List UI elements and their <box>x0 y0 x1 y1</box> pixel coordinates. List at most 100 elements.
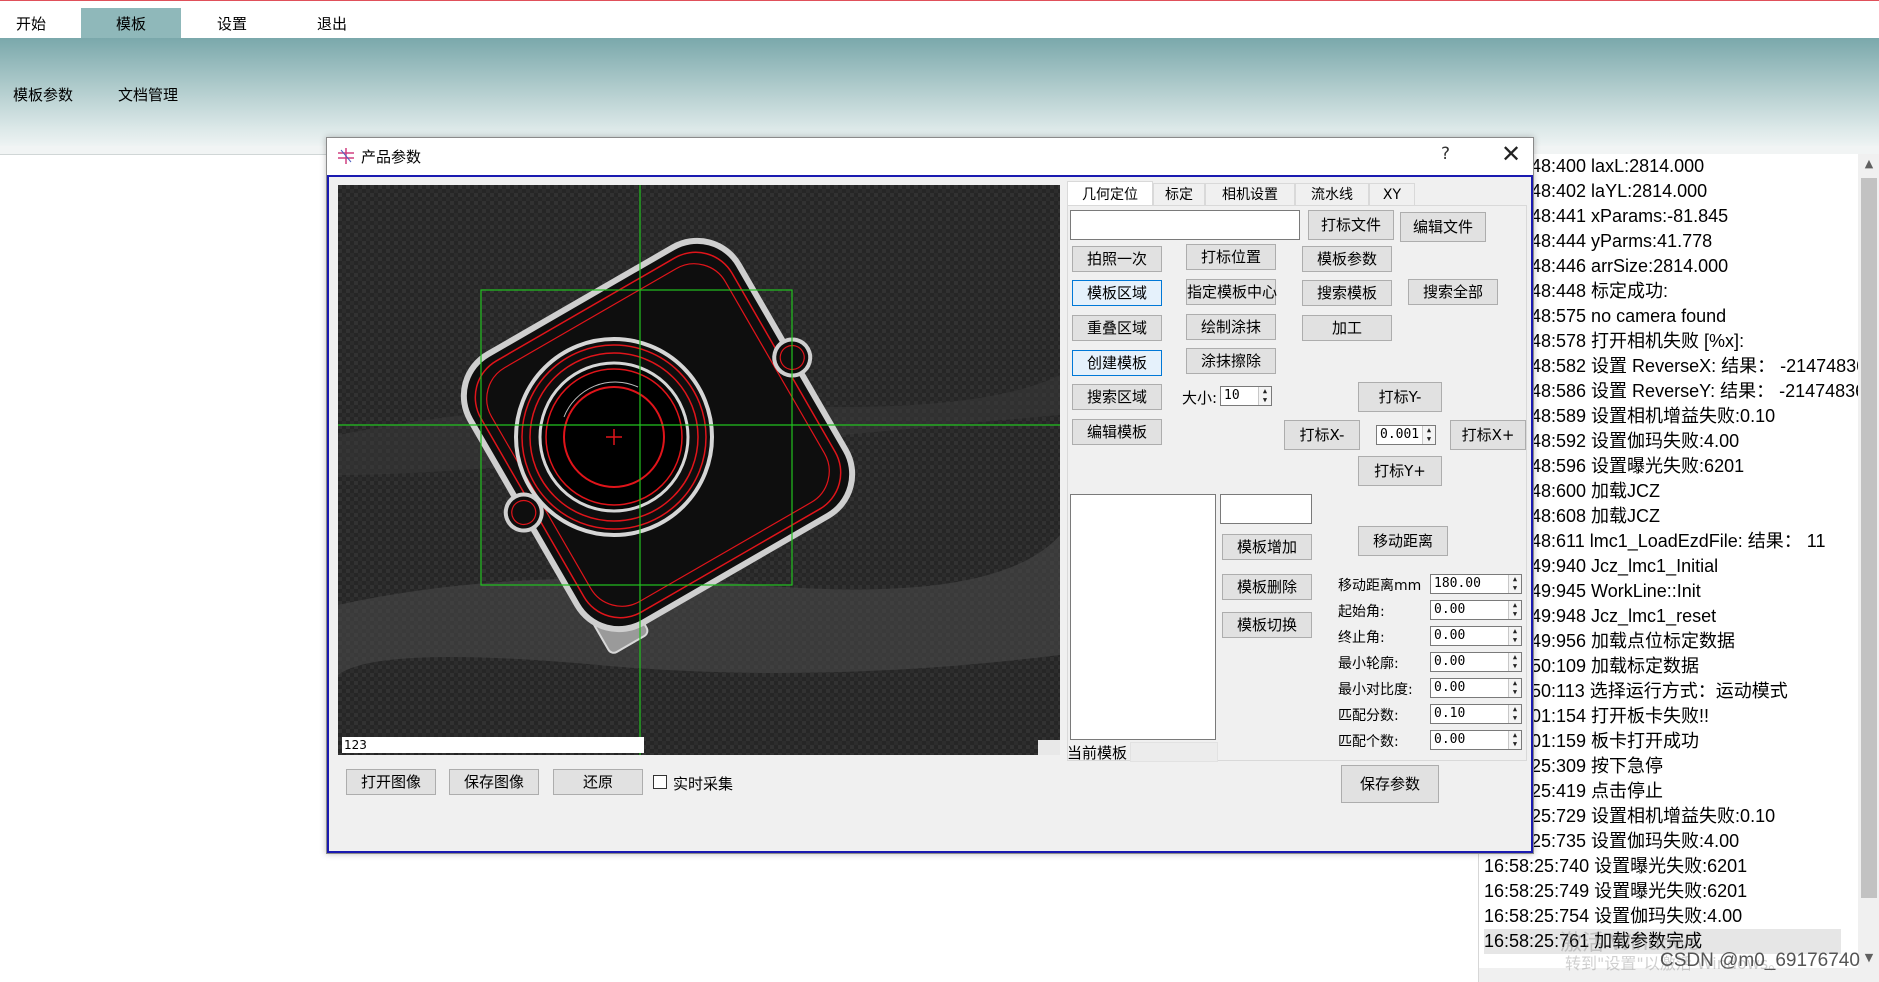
menu-template[interactable]: 模板 <box>81 8 181 39</box>
log-line[interactable]: 25:729 设置相机增益失败:0.10 <box>1531 804 1775 829</box>
create-template-button[interactable]: 创建模板 <box>1072 350 1162 376</box>
log-line[interactable]: 48:582 设置 ReverseX: 结果： -21474836 <box>1531 354 1866 379</box>
param-spinbox[interactable]: 0.00 ▲ ▼ <box>1430 678 1522 698</box>
param-spinbox[interactable]: 0.00 ▲ ▼ <box>1430 730 1522 750</box>
draw-smear-button[interactable]: 绘制涂抹 <box>1186 314 1276 340</box>
log-line[interactable]: 49:956 加载点位标定数据 <box>1531 629 1735 654</box>
live-capture-checkbox[interactable] <box>653 775 667 789</box>
tab-pipeline[interactable]: 流水线 <box>1295 183 1369 205</box>
log-line[interactable]: 01:159 板卡打开成功 <box>1531 729 1699 754</box>
template-switch-button[interactable]: 模板切换 <box>1222 612 1312 638</box>
tab-camera-settings[interactable]: 相机设置 <box>1205 183 1295 205</box>
mark-file-path-field[interactable] <box>1070 210 1300 240</box>
log-line[interactable]: 49:948 Jcz_lmc1_reset <box>1531 604 1716 629</box>
spin-arrows-icon[interactable]: ▲ ▼ <box>1508 679 1521 697</box>
set-template-center-button[interactable]: 指定模板中心 <box>1186 279 1277 305</box>
log-line[interactable]: 48:589 设置相机增益失败:0.10 <box>1531 404 1775 429</box>
param-spinbox[interactable]: 180.00 ▲ ▼ <box>1430 574 1522 594</box>
log-line[interactable]: 48:444 yParms:41.778 <box>1531 229 1712 254</box>
smear-erase-button[interactable]: 涂抹擦除 <box>1186 348 1276 374</box>
log-line[interactable]: 01:154 打开板卡失败!! <box>1531 704 1709 729</box>
restore-button[interactable]: 还原 <box>553 769 643 795</box>
edit-file-button[interactable]: 编辑文件 <box>1400 212 1486 242</box>
menu-start[interactable]: 开始 <box>0 8 62 38</box>
log-line[interactable]: 25:309 按下急停 <box>1531 754 1663 779</box>
log-line[interactable]: 48:586 设置 ReverseY: 结果： -21474836 <box>1531 379 1865 404</box>
log-line[interactable]: 48:402 laYL:2814.000 <box>1531 179 1707 204</box>
log-line[interactable]: 50:109 加载标定数据 <box>1531 654 1699 679</box>
spin-arrows-icon[interactable]: ▲ ▼ <box>1508 731 1521 749</box>
mark-y-plus-button[interactable]: 打标Y+ <box>1358 456 1442 486</box>
param-spinbox[interactable]: 0.00 ▲ ▼ <box>1430 600 1522 620</box>
template-name-field[interactable] <box>1220 494 1312 524</box>
mark-x-minus-button[interactable]: 打标X- <box>1284 420 1360 450</box>
spin-arrows-icon[interactable]: ▲ ▼ <box>1508 575 1521 593</box>
log-line[interactable]: 48:400 laxL:2814.000 <box>1531 154 1704 179</box>
scroll-down-icon[interactable]: ▼ <box>1858 948 1879 968</box>
log-line[interactable]: 50:113 选择运行方式：运动模式 <box>1531 679 1788 704</box>
close-button[interactable]: ✕ <box>1497 140 1525 168</box>
menu-exit[interactable]: 退出 <box>301 8 363 38</box>
tab-xy[interactable]: XY <box>1369 183 1415 205</box>
tab-geometry[interactable]: 几何定位 <box>1067 181 1153 205</box>
log-vertical-scrollbar[interactable]: ▲ ▼ <box>1858 154 1879 982</box>
spin-arrows-icon[interactable]: ▲ ▼ <box>1258 387 1271 405</box>
edit-template-button[interactable]: 编辑模板 <box>1072 419 1162 445</box>
log-line[interactable]: 16:58:25:749 设置曝光失败:6201 <box>1484 879 1747 904</box>
scroll-up-icon[interactable]: ▲ <box>1858 154 1879 174</box>
spin-arrows-icon[interactable]: ▲ ▼ <box>1508 705 1521 723</box>
log-line[interactable]: 25:419 点击停止 <box>1531 779 1663 804</box>
spin-arrows-icon[interactable]: ▲ ▼ <box>1508 653 1521 671</box>
search-all-button[interactable]: 搜索全部 <box>1408 279 1498 305</box>
template-delete-button[interactable]: 模板删除 <box>1222 574 1312 600</box>
search-template-button[interactable]: 搜索模板 <box>1302 280 1392 306</box>
camera-image-view[interactable]: 123 <box>338 185 1060 755</box>
mark-x-plus-button[interactable]: 打标X+ <box>1450 420 1526 450</box>
ribbon-document-management[interactable]: 文档管理 <box>118 84 178 105</box>
log-line[interactable]: 49:940 Jcz_lmc1_Initial <box>1531 554 1718 579</box>
save-image-button[interactable]: 保存图像 <box>449 769 539 795</box>
template-params-button[interactable]: 模板参数 <box>1302 246 1392 272</box>
log-line[interactable]: 48:611 lmc1_LoadEzdFile: 结果： 11 <box>1531 529 1826 554</box>
menu-settings[interactable]: 设置 <box>201 8 263 38</box>
log-line[interactable]: 49:945 WorkLine::Init <box>1531 579 1701 604</box>
log-line[interactable]: 48:441 xParams:-81.845 <box>1531 204 1728 229</box>
log-line[interactable]: 48:578 打开相机失败 [%x]: <box>1531 329 1744 354</box>
spin-arrows-icon[interactable]: ▲ ▼ <box>1508 601 1521 619</box>
dialog-titlebar[interactable]: 产品参数 ? ✕ <box>327 138 1533 175</box>
overlap-region-button[interactable]: 重叠区域 <box>1072 315 1162 341</box>
log-line[interactable]: 48:600 加载JCZ <box>1531 479 1660 504</box>
param-spinbox[interactable]: 0.10 ▲ ▼ <box>1430 704 1522 724</box>
mark-position-button[interactable]: 打标位置 <box>1186 244 1276 270</box>
template-list[interactable] <box>1070 494 1216 740</box>
scroll-thumb[interactable] <box>1861 178 1877 898</box>
spin-arrows-icon[interactable]: ▲ ▼ <box>1422 426 1435 444</box>
mark-file-button[interactable]: 打标文件 <box>1308 210 1394 240</box>
log-line[interactable]: 48:446 arrSize:2814.000 <box>1531 254 1728 279</box>
log-line[interactable]: 16:58:25:740 设置曝光失败:6201 <box>1484 854 1747 879</box>
log-line[interactable]: 48:575 no camera found <box>1531 304 1726 329</box>
step-spinbox[interactable]: 0.001 ▲ ▼ <box>1376 425 1436 445</box>
log-line[interactable]: 48:448 标定成功: <box>1531 279 1668 304</box>
template-region-button[interactable]: 模板区域 <box>1072 280 1162 306</box>
log-line[interactable]: 25:735 设置伽玛失败:4.00 <box>1531 829 1739 854</box>
move-distance-button[interactable]: 移动距离 <box>1358 526 1448 556</box>
param-spinbox[interactable]: 0.00 ▲ ▼ <box>1430 652 1522 672</box>
log-line[interactable]: 48:592 设置伽玛失败:4.00 <box>1531 429 1739 454</box>
tab-calibration[interactable]: 标定 <box>1153 183 1205 205</box>
mark-y-minus-button[interactable]: 打标Y- <box>1358 382 1442 412</box>
process-button[interactable]: 加工 <box>1302 315 1392 341</box>
shoot-once-button[interactable]: 拍照一次 <box>1072 246 1162 272</box>
param-spinbox[interactable]: 0.00 ▲ ▼ <box>1430 626 1522 646</box>
help-button[interactable]: ? <box>1441 144 1450 164</box>
size-spinbox[interactable]: 10 ▲ ▼ <box>1220 386 1272 406</box>
spin-arrows-icon[interactable]: ▲ ▼ <box>1508 627 1521 645</box>
log-line[interactable]: 48:608 加载JCZ <box>1531 504 1660 529</box>
log-line[interactable]: 48:596 设置曝光失败:6201 <box>1531 454 1744 479</box>
template-add-button[interactable]: 模板增加 <box>1222 534 1312 560</box>
log-panel[interactable]: 48:400 laxL:2814.000 48:402 laYL:2814.000… <box>1478 154 1879 982</box>
open-image-button[interactable]: 打开图像 <box>346 769 436 795</box>
save-params-button[interactable]: 保存参数 <box>1341 765 1439 803</box>
search-region-button[interactable]: 搜索区域 <box>1072 384 1162 410</box>
ribbon-template-params[interactable]: 模板参数 <box>13 84 73 105</box>
